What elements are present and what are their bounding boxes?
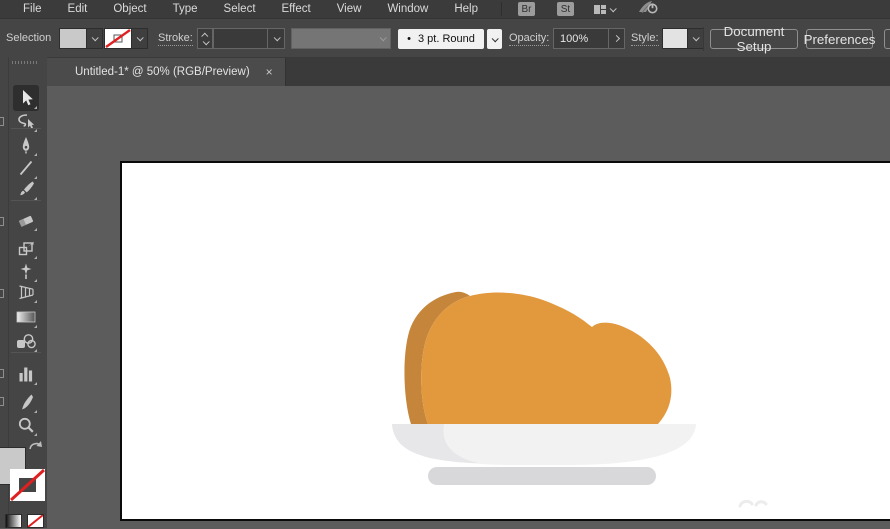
document-tab[interactable]: Untitled-1* @ 50% (RGB/Preview) × xyxy=(47,58,286,86)
chevron-right-icon[interactable] xyxy=(608,29,624,48)
power-icon[interactable] xyxy=(637,0,659,18)
chevron-down-icon[interactable] xyxy=(267,29,284,48)
menu-item-object[interactable]: Object xyxy=(100,3,159,15)
fill-color-swatch[interactable] xyxy=(60,29,86,48)
close-icon[interactable]: × xyxy=(266,65,273,79)
steam-arc-shape[interactable] xyxy=(756,502,766,505)
opacity-value[interactable]: 100% xyxy=(554,33,608,45)
artboard[interactable] xyxy=(120,161,890,521)
variable-width-profile-dropdown[interactable]: • 3 pt. Round xyxy=(398,29,484,49)
graphic-style-dropdown[interactable] xyxy=(662,28,704,49)
fill-stroke-indicator xyxy=(0,439,47,529)
menubar-separator xyxy=(501,2,502,16)
cutoff-tool-icon xyxy=(0,289,4,298)
blend-tool[interactable] xyxy=(13,328,39,354)
toolbar-separator xyxy=(11,128,41,129)
document-tab-title: Untitled-1* @ 50% (RGB/Preview) xyxy=(75,66,250,78)
preferences-button[interactable]: Preferences xyxy=(806,29,873,49)
menu-item-help[interactable]: Help xyxy=(441,3,491,15)
style-panel-link[interactable]: Style: xyxy=(631,32,659,46)
canvas-pasteboard[interactable] xyxy=(47,86,890,528)
fill-color-dropdown[interactable] xyxy=(59,28,103,49)
stroke-color-dropdown[interactable] xyxy=(104,28,148,49)
controlbar-divider xyxy=(703,27,704,51)
profile-value: 3 pt. Round xyxy=(418,33,475,45)
opacity-panel-link[interactable]: Opacity: xyxy=(509,32,549,46)
tools-panel xyxy=(0,57,47,528)
perspective-grid-tool[interactable] xyxy=(13,279,39,305)
chevron-down-icon[interactable] xyxy=(687,29,703,48)
menu-item-file[interactable]: File xyxy=(10,3,55,15)
stroke-weight-dropdown[interactable] xyxy=(213,28,285,49)
menu-item-window[interactable]: Window xyxy=(374,3,441,15)
none-button[interactable] xyxy=(27,514,44,528)
swap-fill-stroke-icon[interactable] xyxy=(27,439,44,455)
context-label: Selection xyxy=(6,32,51,44)
cutoff-tool-icon xyxy=(0,117,4,126)
steam-arc-shape[interactable] xyxy=(740,501,752,506)
stroke-weight-stepper[interactable] xyxy=(197,28,213,49)
chevron-down-icon[interactable] xyxy=(487,29,502,49)
stroke-swatch[interactable] xyxy=(10,469,45,501)
artwork-bread-on-plate xyxy=(122,163,890,519)
menu-item-view[interactable]: View xyxy=(324,3,375,15)
stock-button[interactable]: St xyxy=(557,2,574,16)
gradient-button[interactable] xyxy=(5,514,22,528)
column-graph-tool[interactable] xyxy=(13,361,39,387)
chevron-down-icon[interactable] xyxy=(610,5,617,12)
menu-item-edit[interactable]: Edit xyxy=(55,3,101,15)
lasso-tool[interactable] xyxy=(13,108,39,134)
control-bar: Selection Stroke: • 3 pt. Round Opacity:… xyxy=(0,18,890,57)
menu-items: FileEditObjectTypeSelectEffectViewWindow… xyxy=(0,3,491,15)
profile-bullet: • xyxy=(407,33,411,45)
bridge-button[interactable]: Br xyxy=(518,2,535,16)
menu-item-select[interactable]: Select xyxy=(211,3,269,15)
clipped-panel-button[interactable] xyxy=(884,29,890,49)
cutoff-tool-icon xyxy=(0,369,4,378)
zoom-tool[interactable] xyxy=(13,412,39,438)
eraser-tool[interactable] xyxy=(13,207,39,233)
cutoff-tool-icon xyxy=(0,217,4,226)
document-setup-button[interactable]: Document Setup xyxy=(710,29,798,49)
menu-item-effect[interactable]: Effect xyxy=(269,3,324,15)
graphic-style-swatch[interactable] xyxy=(663,29,687,48)
opacity-field[interactable]: 100% xyxy=(553,28,625,49)
gradient-tool[interactable] xyxy=(13,304,39,330)
document-tab-bar: Untitled-1* @ 50% (RGB/Preview) × xyxy=(47,57,890,86)
toolbar-separator xyxy=(11,352,41,353)
toolbar-grip[interactable] xyxy=(12,61,38,64)
bun-body-shape[interactable] xyxy=(421,293,671,424)
plate-foot-shape[interactable] xyxy=(428,467,656,485)
chevron-down-icon[interactable] xyxy=(131,29,147,48)
workspace-switcher-icon[interactable] xyxy=(594,5,606,14)
toolbar-separator xyxy=(11,200,41,201)
menu-bar: FileEditObjectTypeSelectEffectViewWindow… xyxy=(0,0,890,18)
cutoff-tool-icon xyxy=(0,397,4,406)
chevron-down-icon[interactable] xyxy=(86,29,102,48)
paintbrush-tool[interactable] xyxy=(13,176,39,202)
stroke-color-swatch[interactable] xyxy=(105,29,131,48)
menu-item-type[interactable]: Type xyxy=(160,3,211,15)
stroke-panel-link[interactable]: Stroke: xyxy=(158,32,193,46)
brush-definition-dropdown[interactable] xyxy=(291,28,391,49)
